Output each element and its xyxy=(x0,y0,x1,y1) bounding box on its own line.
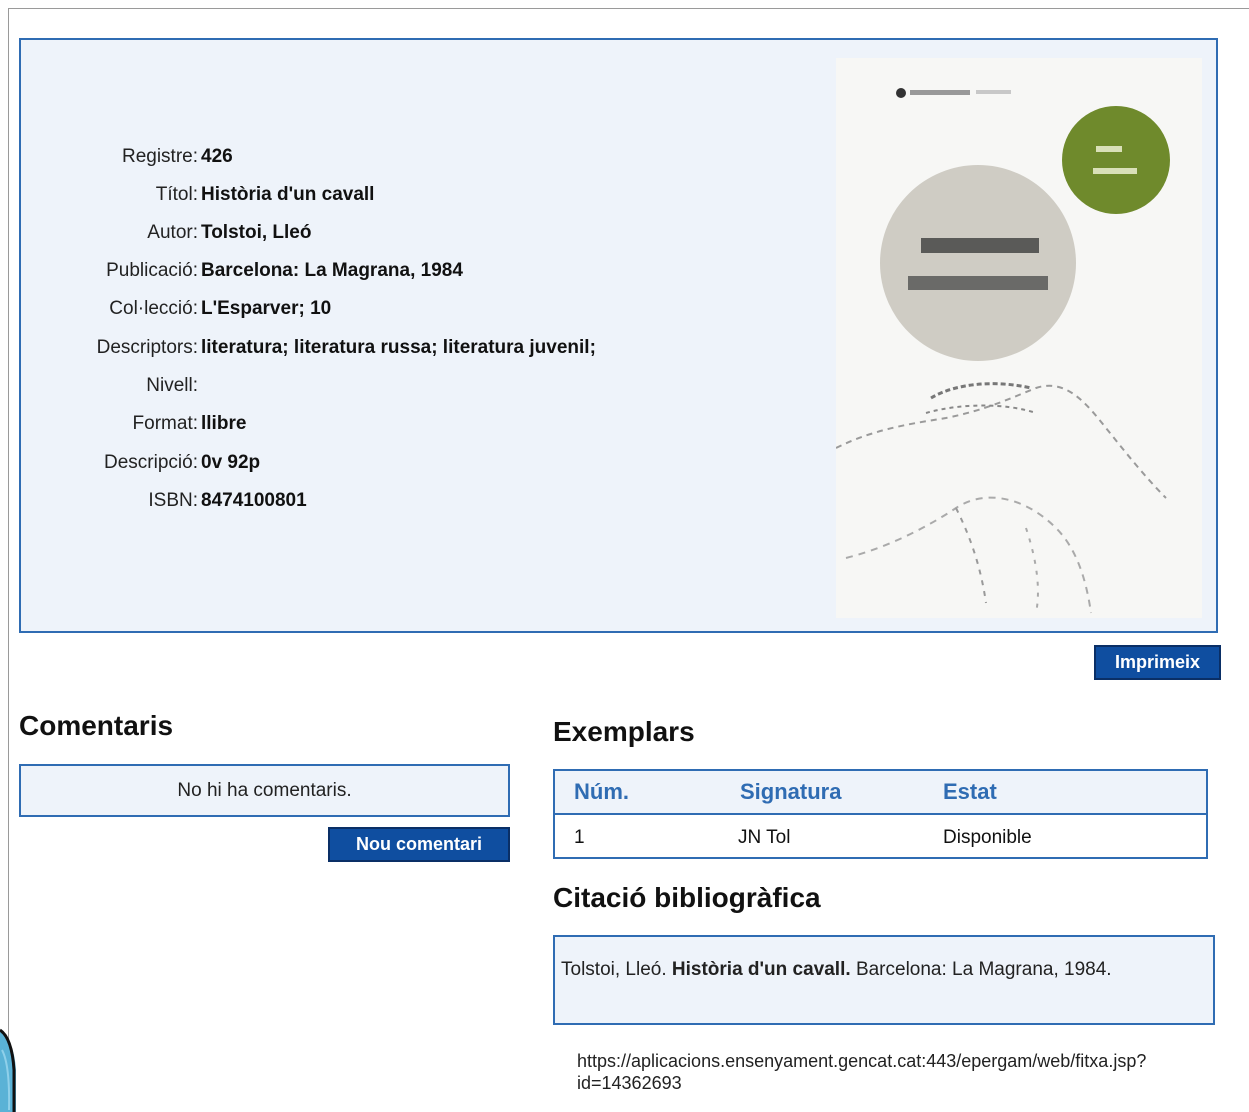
comments-empty-message: No hi ha comentaris. xyxy=(19,764,510,817)
field-label: ISBN: xyxy=(148,490,198,511)
copy-number: 1 xyxy=(574,827,585,848)
decorative-corner-graphic xyxy=(0,1010,16,1112)
field-value: Tolstoi, Lleó xyxy=(201,222,312,243)
record-field-nivell: Nivell: xyxy=(21,374,201,398)
book-cover-image xyxy=(836,58,1202,618)
record-field-colleccio: Col·lecció: L'Esparver; 10 xyxy=(21,297,331,321)
field-value: Història d'un cavall xyxy=(201,184,375,205)
record-field-format: Format: llibre xyxy=(21,412,247,436)
field-label: Nivell: xyxy=(146,375,198,396)
field-value: 426 xyxy=(201,146,233,167)
new-comment-button[interactable]: Nou comentari xyxy=(328,827,510,862)
field-value: llibre xyxy=(201,413,247,434)
field-label: Col·lecció: xyxy=(109,298,198,319)
page-frame-left xyxy=(8,8,9,1112)
field-value: L'Esparver; 10 xyxy=(201,298,332,319)
print-button[interactable]: Imprimeix xyxy=(1094,645,1221,680)
field-label: Autor: xyxy=(147,222,198,243)
copy-signatura: JN Tol xyxy=(738,827,791,848)
column-header-estat: Estat xyxy=(943,779,997,804)
citation-publisher: Barcelona: La Magrana, 1984. xyxy=(855,959,1112,980)
field-value: 0v 92p xyxy=(201,452,261,473)
copies-heading: Exemplars xyxy=(553,716,695,747)
field-value: literatura; literatura russa; literatura… xyxy=(201,337,596,358)
page-frame xyxy=(8,8,1249,29)
field-value: 8474100801 xyxy=(201,490,307,511)
field-label: Títol: xyxy=(155,184,198,205)
record-field-descriptors: Descriptors: literatura; literatura russ… xyxy=(21,336,596,360)
record-field-titol: Títol: Història d'un cavall xyxy=(21,183,375,207)
comments-empty-text: No hi ha comentaris. xyxy=(177,779,352,801)
field-label: Descriptors: xyxy=(96,337,198,358)
record-details-panel: Registre: 426 Títol: Història d'un caval… xyxy=(19,38,1218,633)
citation-author: Tolstoi, Lleó. xyxy=(561,959,667,980)
field-label: Registre: xyxy=(121,146,198,167)
record-field-publicacio: Publicació: Barcelona: La Magrana, 1984 xyxy=(21,259,463,283)
record-field-isbn: ISBN: 8474100801 xyxy=(21,489,307,513)
column-header-signatura: Signatura xyxy=(740,779,842,804)
column-header-num: Núm. xyxy=(574,779,629,804)
citation-heading: Citació bibliogràfica xyxy=(553,882,821,913)
copy-status: Disponible xyxy=(943,827,1032,848)
record-field-autor: Autor: Tolstoi, Lleó xyxy=(21,221,311,245)
field-label: Descripció: xyxy=(104,452,198,473)
record-field-registre: Registre: 426 xyxy=(21,145,233,169)
citation-title: Història d'un cavall. xyxy=(671,959,851,980)
field-label: Format: xyxy=(132,413,198,434)
record-field-descripcio: Descripció: 0v 92p xyxy=(21,451,260,475)
comments-heading: Comentaris xyxy=(19,710,174,741)
record-url: https://aplicacions.ensenyament.gencat.c… xyxy=(577,1051,1147,1093)
field-label: Publicació: xyxy=(106,260,198,281)
citation-box: Tolstoi, Lleó. Història d'un cavall. Bar… xyxy=(553,935,1215,1025)
field-value: Barcelona: La Magrana, 1984 xyxy=(201,260,463,281)
copies-table-header: Núm. Signatura Estat xyxy=(555,771,1206,815)
copies-table: Núm. Signatura Estat 1 JN Tol Disponible xyxy=(553,769,1208,859)
